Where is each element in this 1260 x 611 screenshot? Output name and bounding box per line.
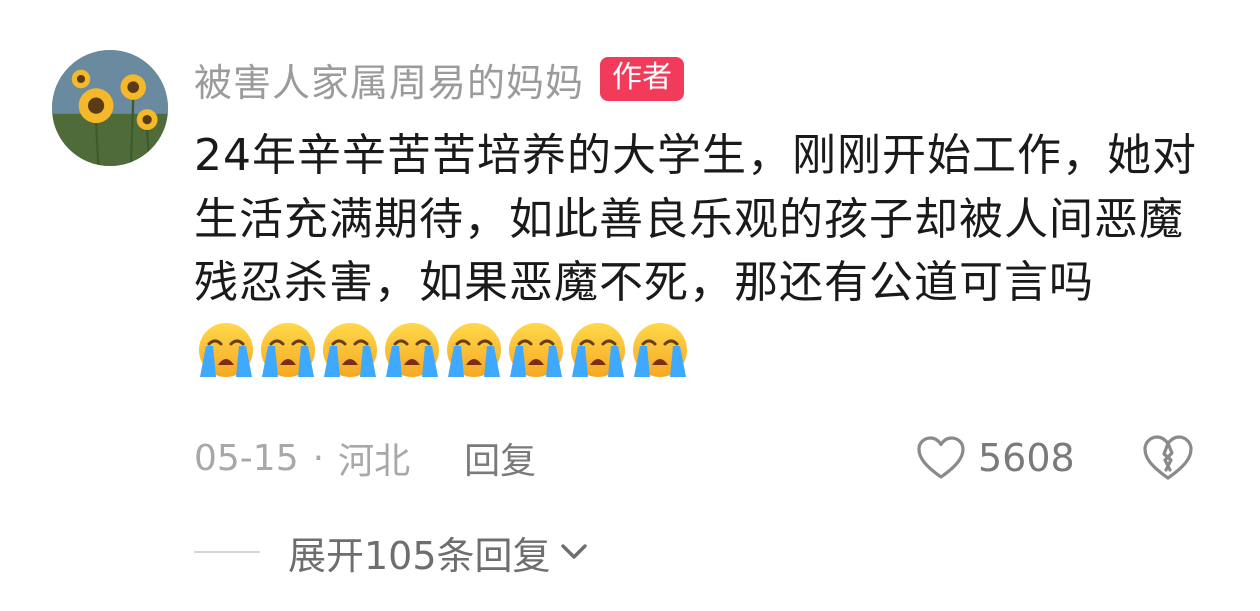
comment-text: 24年辛辛苦苦培养的大学生，刚刚开始工作，她对生活充满期待，如此善良乐观的孩子却… bbox=[194, 130, 1197, 308]
dislike-button[interactable] bbox=[1142, 432, 1194, 484]
emoji-row bbox=[196, 319, 690, 379]
username[interactable]: 被害人家属周易的妈妈 bbox=[194, 52, 584, 107]
comment-location: 河北 bbox=[338, 441, 411, 482]
sunflower-avatar-image bbox=[52, 50, 168, 166]
divider-line bbox=[194, 551, 260, 553]
expand-replies[interactable]: 展开105条回复 bbox=[194, 524, 589, 580]
reply-button[interactable]: 回复 bbox=[464, 432, 536, 484]
loudly-crying-face-icon bbox=[509, 322, 563, 377]
loudly-crying-face-icon bbox=[385, 322, 439, 377]
loudly-crying-face-icon bbox=[261, 322, 315, 377]
comment-date: 05-15 bbox=[194, 437, 299, 479]
expand-replies-label[interactable]: 展开105条回复 bbox=[288, 525, 551, 580]
like-count: 5608 bbox=[978, 436, 1075, 480]
avatar[interactable] bbox=[52, 50, 168, 166]
comment-header: 被害人家属周易的妈妈 作者 bbox=[194, 52, 685, 107]
author-badge: 作者 bbox=[600, 57, 685, 101]
heart-outline-icon bbox=[916, 435, 966, 481]
loudly-crying-face-icon bbox=[323, 322, 377, 377]
loudly-crying-face-icon bbox=[199, 322, 253, 377]
loudly-crying-face-icon bbox=[571, 322, 625, 377]
chevron-down-icon[interactable] bbox=[551, 541, 589, 563]
loudly-crying-face-icon bbox=[633, 322, 687, 377]
meta-separator: · bbox=[312, 437, 325, 479]
comment-meta: 05-15 · 河北 回复 5608 bbox=[194, 432, 1204, 484]
broken-heart-icon bbox=[1142, 434, 1194, 482]
like-button[interactable]: 5608 bbox=[916, 432, 1075, 484]
loudly-crying-face-icon bbox=[447, 322, 501, 377]
comment-body: 24年辛辛苦苦培养的大学生，刚刚开始工作，她对生活充满期待，如此善良乐观的孩子却… bbox=[194, 124, 1224, 379]
